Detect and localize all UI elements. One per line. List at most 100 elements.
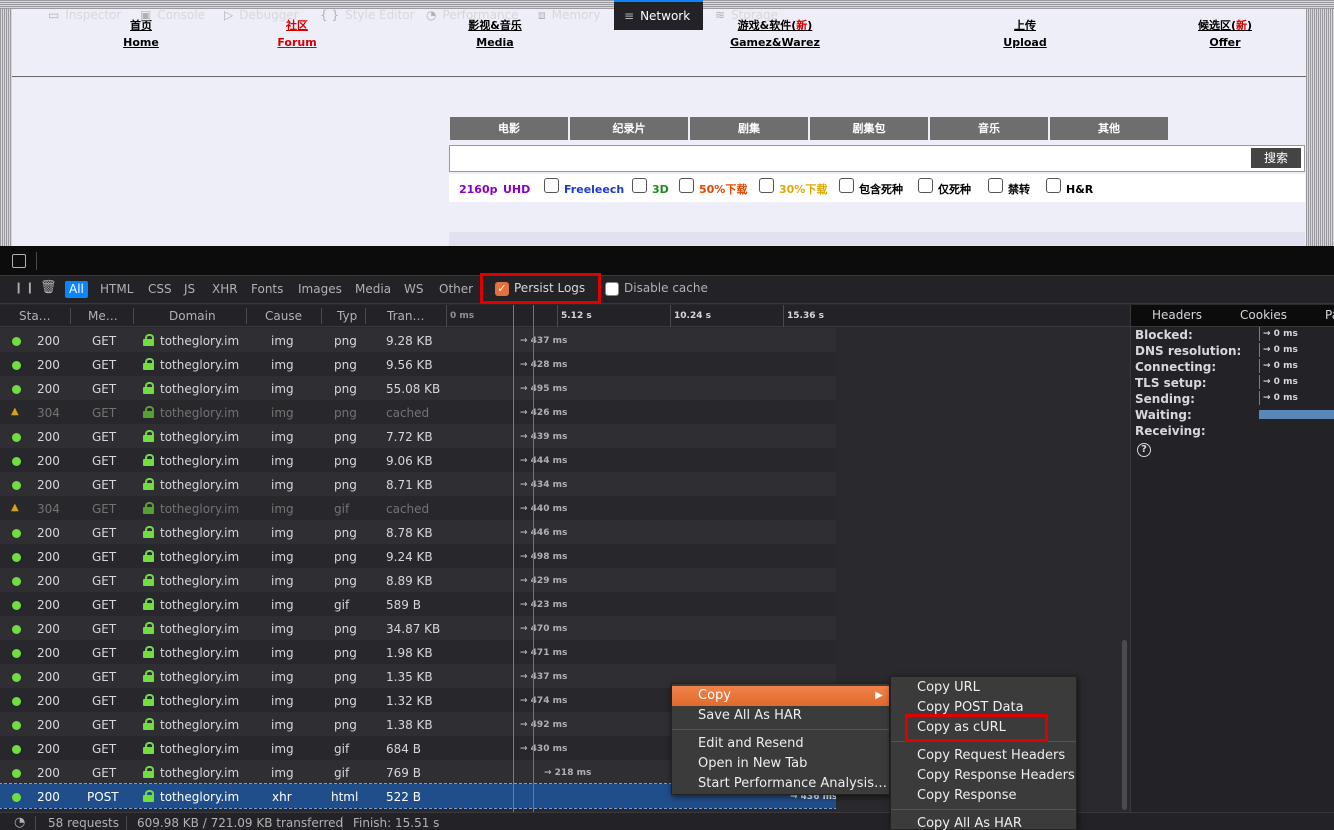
table-row[interactable]: ▲ 304 GET totheglory.im img gif cached → 440 ms <box>0 496 836 520</box>
submenu-copy-response[interactable]: Copy Response <box>891 786 1076 806</box>
hnr-checkbox[interactable] <box>1046 178 1061 193</box>
lock-icon <box>143 526 154 538</box>
menu-item-performance-analysis[interactable]: Start Performance Analysis… <box>672 774 889 794</box>
nav-upload[interactable]: 上传 Upload <box>1003 17 1046 51</box>
cell-status: 304 <box>37 406 60 420</box>
cell-type: png <box>334 358 357 372</box>
status-ok-icon <box>12 625 21 634</box>
tab-memory[interactable]: ⧈ Memory <box>538 0 600 30</box>
tab-movies[interactable]: 电影 <box>450 117 568 140</box>
table-row[interactable]: 200 GET totheglory.im img png 8.89 KB → 429 ms <box>0 568 836 592</box>
status-ok-icon <box>12 529 21 538</box>
column-divider <box>133 308 134 324</box>
trash-icon[interactable]: 🗑 <box>40 280 57 295</box>
filter-js[interactable]: JS <box>180 281 199 298</box>
table-row[interactable]: 200 GET totheglory.im img gif 589 B → 423 ms <box>0 592 836 616</box>
tab-network-label: Network <box>640 9 691 23</box>
tab-music[interactable]: 音乐 <box>930 117 1048 140</box>
disable-cache-label[interactable]: Disable cache <box>624 280 708 297</box>
filter-html[interactable]: HTML <box>96 281 137 298</box>
table-row[interactable]: 200 GET totheglory.im img png 55.08 KB → 495 m… <box>0 376 836 400</box>
table-row[interactable]: 200 GET totheglory.im img png 9.24 KB → 498 ms <box>0 544 836 568</box>
help-icon[interactable]: ? <box>1137 443 1151 457</box>
cell-transferred: 769 B <box>386 766 421 780</box>
tab-series-pack[interactable]: 剧集包 <box>810 117 928 140</box>
lock-icon <box>143 646 154 658</box>
cell-cause: img <box>271 526 294 540</box>
cell-method: GET <box>92 670 117 684</box>
table-row[interactable]: 200 GET totheglory.im img png 1.98 KB → 471 ms <box>0 640 836 664</box>
filter-ws[interactable]: WS <box>400 281 427 298</box>
filter-other[interactable]: Other <box>435 281 477 298</box>
table-row[interactable]: 200 GET totheglory.im img png 8.78 KB → 446 ms <box>0 520 836 544</box>
freeleech-checkbox[interactable] <box>544 178 559 193</box>
tab-inspector[interactable]: ▭ Inspector <box>48 0 121 30</box>
30-percent-checkbox[interactable] <box>759 178 774 193</box>
table-row[interactable]: 200 GET totheglory.im img png 9.06 KB → 444 ms <box>0 448 836 472</box>
menu-item-copy[interactable]: Copy ▶ <box>672 686 889 706</box>
table-row[interactable]: 200 GET totheglory.im img png 9.28 KB → 437 ms <box>0 328 836 352</box>
devtools-toolbar <box>0 246 1334 276</box>
tab-network[interactable]: ≡ Network <box>614 0 703 30</box>
element-picker-icon[interactable] <box>12 254 26 268</box>
cell-cause: img <box>271 382 294 396</box>
table-row[interactable]: ▲ 304 GET totheglory.im img png cached → 426 ms <box>0 400 836 424</box>
filter-media[interactable]: Media <box>351 281 395 298</box>
table-row[interactable]: 200 GET totheglory.im img png 7.72 KB → 439 ms <box>0 424 836 448</box>
disable-cache-checkbox[interactable] <box>605 282 619 296</box>
filter-xhr[interactable]: XHR <box>208 281 242 298</box>
tab-cookies[interactable]: Cookies <box>1240 305 1287 327</box>
tab-documentary[interactable]: 纪录片 <box>570 117 688 140</box>
tab-series[interactable]: 剧集 <box>690 117 808 140</box>
filter-images[interactable]: Images <box>294 281 346 298</box>
tab-console[interactable]: ▣ Console <box>140 0 205 30</box>
timing-blocked-label: Blocked: <box>1135 328 1193 342</box>
request-list-scrollbar[interactable] <box>1122 640 1127 810</box>
tab-params[interactable]: Pa <box>1325 305 1334 327</box>
waterfall-timing: → 474 ms <box>520 696 568 706</box>
include-dead-checkbox[interactable] <box>839 178 854 193</box>
search-input[interactable] <box>449 145 1305 172</box>
column-method[interactable]: Me… <box>88 305 118 327</box>
filter-css[interactable]: CSS <box>144 281 176 298</box>
3d-checkbox[interactable] <box>632 178 647 193</box>
search-button[interactable]: 搜索 <box>1251 148 1301 168</box>
tab-style-editor[interactable]: { } Style Editor <box>320 0 415 30</box>
submenu-copy-all-har[interactable]: Copy All As HAR <box>891 814 1076 830</box>
tab-storage-label: Storage <box>731 8 779 22</box>
table-row[interactable]: 200 GET totheglory.im img png 9.56 KB → 428 ms <box>0 352 836 376</box>
submenu-copy-url[interactable]: Copy URL <box>891 678 1076 698</box>
column-transferred[interactable]: Tran… <box>387 305 424 327</box>
submenu-copy-request-headers[interactable]: Copy Request Headers <box>891 746 1076 766</box>
pause-icon[interactable]: ❙❙ <box>14 281 36 294</box>
console-icon: ▣ <box>140 8 152 22</box>
column-domain[interactable]: Domain <box>169 305 216 327</box>
table-row[interactable]: 200 GET totheglory.im img png 8.71 KB → 434 ms <box>0 472 836 496</box>
column-cause[interactable]: Cause <box>265 305 302 327</box>
tab-debugger-label: Debugger <box>239 8 299 22</box>
filter-2160p[interactable]: 2160p <box>459 183 498 197</box>
banned-checkbox[interactable] <box>988 178 1003 193</box>
column-type[interactable]: Typ <box>337 305 357 327</box>
50-percent-checkbox[interactable] <box>679 178 694 193</box>
performance-analysis-icon[interactable]: ◔ <box>14 813 25 830</box>
filter-fonts[interactable]: Fonts <box>247 281 287 298</box>
submenu-copy-response-headers[interactable]: Copy Response Headers <box>891 766 1076 786</box>
only-dead-checkbox[interactable] <box>918 178 933 193</box>
tab-performance[interactable]: ◔ Performance <box>426 0 519 30</box>
filter-uhd[interactable]: UHD <box>503 183 530 197</box>
tab-storage[interactable]: ≋ Storage <box>715 0 778 30</box>
tab-other[interactable]: 其他 <box>1050 117 1168 140</box>
table-row[interactable]: 200 GET totheglory.im img png 34.87 KB → 470 m… <box>0 616 836 640</box>
menu-item-edit-resend[interactable]: Edit and Resend <box>672 734 889 754</box>
filter-all[interactable]: All <box>65 281 88 298</box>
menu-item-open-new-tab[interactable]: Open in New Tab <box>672 754 889 774</box>
status-separator <box>126 816 127 830</box>
cell-cause: img <box>271 334 294 348</box>
tab-debugger[interactable]: ▷ Debugger <box>224 0 299 30</box>
column-status[interactable]: Sta… <box>19 305 51 327</box>
nav-offer[interactable]: 候选区(新) Offer <box>1198 17 1252 51</box>
cell-method: GET <box>92 574 117 588</box>
tab-headers[interactable]: Headers <box>1152 305 1202 327</box>
menu-item-save-all-har[interactable]: Save All As HAR <box>672 706 889 726</box>
